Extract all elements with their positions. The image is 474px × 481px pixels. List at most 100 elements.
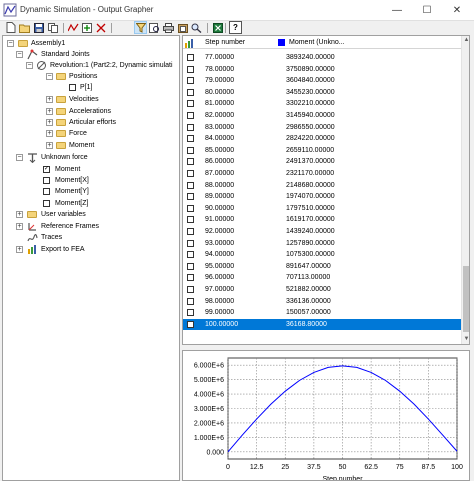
table-row[interactable]: 99.00000 150057.00000 bbox=[183, 307, 461, 318]
close-button[interactable]: ✕ bbox=[442, 0, 472, 21]
row-checkbox[interactable] bbox=[187, 251, 194, 259]
tree-item-moment-z[interactable]: Moment[Z] bbox=[39, 198, 169, 209]
tree-item-force[interactable]: + Force bbox=[45, 128, 175, 139]
save-icon[interactable] bbox=[32, 21, 45, 34]
row-checkbox[interactable] bbox=[187, 216, 194, 224]
row-checkbox[interactable] bbox=[187, 309, 194, 317]
tree-item-velocities[interactable]: + Velocities bbox=[45, 94, 175, 105]
table-row[interactable]: 95.00000 891647.00000 bbox=[183, 261, 461, 272]
row-checkbox[interactable] bbox=[187, 181, 194, 189]
expand-icon[interactable]: + bbox=[16, 223, 23, 230]
row-checkbox[interactable] bbox=[187, 158, 194, 166]
tree-item-traces[interactable]: Traces bbox=[15, 232, 175, 243]
tree-item-articular-efforts[interactable]: + Articular efforts bbox=[45, 117, 175, 128]
tree-item-moment-x[interactable]: Moment[X] bbox=[39, 175, 169, 186]
table-row[interactable]: 78.00000 3750890.00000 bbox=[183, 64, 461, 75]
tree-item-revolution[interactable]: − Revolution:1 (Part2:2, Dynamic simulat… bbox=[25, 60, 179, 71]
remove-curve-icon[interactable] bbox=[95, 21, 108, 34]
tree-item-moment-y[interactable]: Moment[Y] bbox=[39, 186, 169, 197]
collapse-icon[interactable]: − bbox=[26, 62, 33, 69]
row-checkbox[interactable] bbox=[187, 262, 194, 270]
tree-item-accelerations[interactable]: + Accelerations bbox=[45, 106, 175, 117]
zoom-icon[interactable] bbox=[190, 21, 203, 34]
table-row[interactable]: 84.00000 2824220.00000 bbox=[183, 133, 461, 144]
row-checkbox[interactable] bbox=[187, 320, 194, 328]
tree-item-moment[interactable]: + Moment bbox=[45, 140, 175, 151]
checkbox[interactable] bbox=[69, 84, 76, 91]
excel-icon[interactable] bbox=[211, 21, 224, 34]
expand-icon[interactable]: + bbox=[46, 119, 53, 126]
table-row[interactable]: 96.00000 707113.00000 bbox=[183, 272, 461, 283]
collapse-icon[interactable]: − bbox=[46, 73, 53, 80]
tree-item-user-variables[interactable]: + User variables bbox=[15, 209, 175, 220]
table-row[interactable]: 88.00000 2148680.00000 bbox=[183, 180, 461, 191]
chart-toggle-icon[interactable] bbox=[185, 38, 195, 48]
expand-icon[interactable]: + bbox=[46, 142, 53, 149]
scrollbar-thumb[interactable] bbox=[463, 266, 469, 332]
tree-item-export-fea[interactable]: + Export to FEA bbox=[15, 244, 175, 255]
collapse-icon[interactable]: − bbox=[16, 154, 23, 161]
table-row[interactable]: 90.00000 1797510.00000 bbox=[183, 203, 461, 214]
expand-icon[interactable]: + bbox=[46, 130, 53, 137]
row-checkbox[interactable] bbox=[187, 286, 194, 293]
row-checkbox[interactable] bbox=[187, 204, 194, 212]
tree-item-assembly[interactable]: − Assembly1 bbox=[6, 38, 176, 49]
row-checkbox[interactable] bbox=[187, 65, 194, 73]
add-curve-icon[interactable] bbox=[81, 21, 94, 34]
table-row[interactable]: 100.00000 36168.80000 bbox=[183, 318, 461, 330]
tree-item-p1[interactable]: P[1] bbox=[65, 82, 165, 93]
row-checkbox[interactable] bbox=[187, 274, 194, 282]
new-icon[interactable] bbox=[4, 21, 17, 34]
preview-icon[interactable] bbox=[148, 21, 161, 34]
table-row[interactable]: 81.00000 3302210.00000 bbox=[183, 98, 461, 109]
tree-item-positions[interactable]: − Positions bbox=[45, 71, 175, 82]
curve-icon[interactable] bbox=[67, 21, 80, 34]
row-checkbox[interactable] bbox=[187, 135, 194, 143]
checkbox-checked[interactable]: ✓ bbox=[43, 166, 50, 173]
row-checkbox[interactable] bbox=[187, 193, 194, 201]
tree-item-reference-frames[interactable]: + Reference Frames bbox=[15, 221, 175, 232]
scroll-down-icon[interactable]: ▼ bbox=[462, 335, 469, 344]
row-checkbox[interactable] bbox=[187, 146, 194, 154]
maximize-button[interactable]: ☐ bbox=[412, 0, 442, 21]
table-row[interactable]: 77.00000 3893240.00000 bbox=[183, 52, 461, 63]
table-row[interactable]: 92.00000 1439240.00000 bbox=[183, 226, 461, 237]
table-row[interactable]: 83.00000 2986550.00000 bbox=[183, 122, 461, 133]
scroll-up-icon[interactable]: ▲ bbox=[462, 36, 469, 45]
table-row[interactable]: 98.00000 336136.00000 bbox=[183, 296, 461, 307]
row-checkbox[interactable] bbox=[187, 112, 194, 119]
row-checkbox[interactable] bbox=[187, 170, 194, 177]
table-row[interactable]: 89.00000 1974070.00000 bbox=[183, 191, 461, 202]
collapse-icon[interactable]: − bbox=[7, 40, 14, 47]
column-header-step[interactable]: Step number bbox=[205, 36, 245, 49]
expand-icon[interactable]: + bbox=[46, 108, 53, 115]
print-icon[interactable] bbox=[162, 21, 175, 34]
collapse-icon[interactable]: − bbox=[16, 51, 23, 58]
row-checkbox[interactable] bbox=[187, 239, 194, 247]
checkbox[interactable] bbox=[43, 188, 50, 195]
tree-item-unknown-moment[interactable]: ✓ Moment bbox=[39, 164, 169, 175]
table-row[interactable]: 97.00000 521882.00000 bbox=[183, 284, 461, 295]
row-checkbox[interactable] bbox=[187, 123, 194, 131]
minimize-button[interactable]: — bbox=[382, 0, 412, 21]
table-row[interactable]: 79.00000 3604840.00000 bbox=[183, 75, 461, 86]
expand-icon[interactable]: + bbox=[46, 96, 53, 103]
table-row[interactable]: 87.00000 2321170.00000 bbox=[183, 168, 461, 179]
copy-icon[interactable] bbox=[46, 21, 59, 34]
row-checkbox[interactable] bbox=[187, 54, 194, 61]
filter-icon[interactable] bbox=[134, 21, 147, 34]
checkbox[interactable] bbox=[43, 200, 50, 207]
row-checkbox[interactable] bbox=[187, 297, 194, 305]
expand-icon[interactable]: + bbox=[16, 211, 23, 218]
checkbox[interactable] bbox=[43, 177, 50, 184]
row-checkbox[interactable] bbox=[187, 88, 194, 96]
table-row[interactable]: 91.00000 1619170.00000 bbox=[183, 214, 461, 225]
tree-item-unknown-force[interactable]: − Unknown force bbox=[15, 152, 175, 163]
table-row[interactable]: 86.00000 2491370.00000 bbox=[183, 156, 461, 167]
table-row[interactable]: 94.00000 1075300.00000 bbox=[183, 249, 461, 260]
help-button[interactable]: ? bbox=[229, 21, 242, 34]
paste-icon[interactable] bbox=[176, 21, 189, 34]
column-header-moment[interactable]: Moment (Unkno... bbox=[289, 36, 345, 49]
open-icon[interactable] bbox=[18, 21, 31, 34]
row-checkbox[interactable] bbox=[187, 100, 194, 108]
